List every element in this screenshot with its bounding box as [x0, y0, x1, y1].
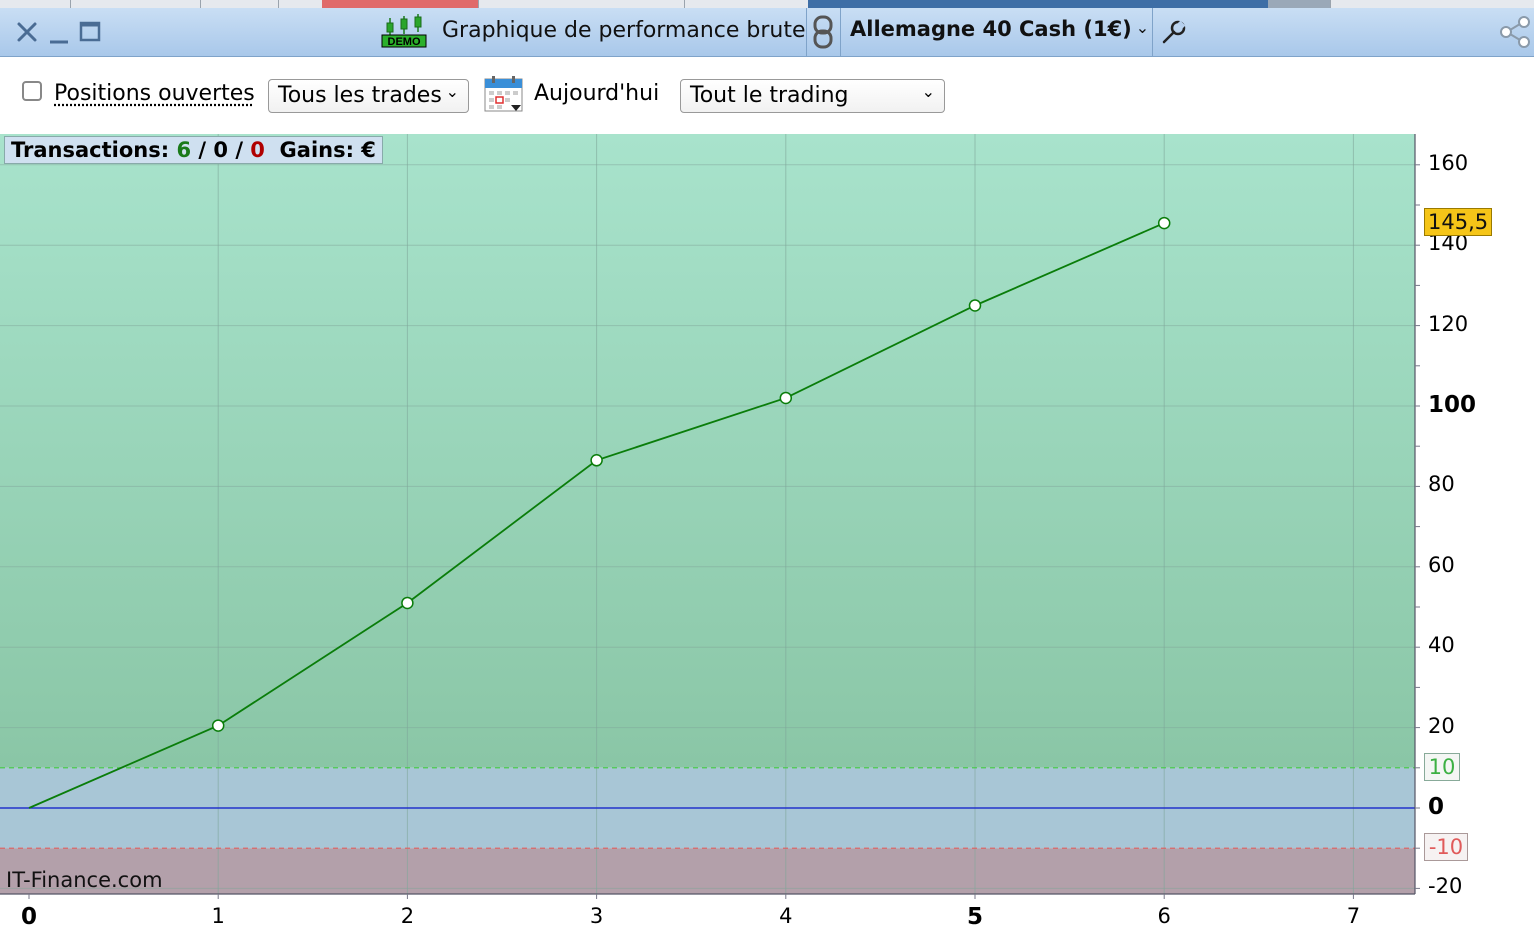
- minimize-window-button[interactable]: [44, 16, 74, 46]
- minimize-icon: [50, 40, 68, 44]
- open-positions-label[interactable]: Positions ouvertes: [54, 81, 255, 106]
- link-icon[interactable]: [810, 12, 836, 52]
- gains-label: Gains: €: [279, 138, 376, 162]
- last-value-marker: 145,5: [1424, 208, 1493, 237]
- watermark: IT-Finance.com: [6, 868, 163, 892]
- x-axis-tick-label: 0: [20, 904, 38, 930]
- x-axis-tick-label: 3: [589, 904, 604, 928]
- data-point: [401, 596, 414, 610]
- wrench-icon[interactable]: [1160, 18, 1188, 46]
- trading-filter-select[interactable]: Tout le trading ⌄: [680, 79, 945, 113]
- neutral-count: 0: [213, 138, 228, 162]
- x-axis-tick-label: 7: [1346, 904, 1361, 928]
- x-axis-tick-label: 4: [779, 904, 793, 928]
- y-axis-tick-label: 0: [1428, 794, 1445, 820]
- y-axis-tick-label: 60: [1428, 552, 1455, 577]
- winning-count: 6: [176, 138, 192, 162]
- strip-segment: [0, 0, 71, 8]
- underlying-window-strip: [0, 0, 1534, 8]
- negative-zone: [0, 848, 1415, 894]
- data-point: [1157, 216, 1171, 230]
- x-axis-tick-label: 6: [1157, 904, 1171, 928]
- trades-filter-select[interactable]: Tous les trades ⌄: [268, 79, 469, 113]
- title-separator: [806, 8, 807, 56]
- open-positions-checkbox[interactable]: [22, 81, 42, 101]
- strip-segment: [322, 0, 479, 8]
- positive-zone: [0, 134, 1415, 768]
- chevron-down-icon: ⌄: [1135, 18, 1150, 37]
- share-icon[interactable]: [1496, 14, 1534, 50]
- calendar-icon[interactable]: [484, 75, 524, 113]
- strip-segment: [70, 0, 201, 8]
- window-title-bar: DEMO Graphique de performance brute Alle…: [0, 8, 1534, 57]
- y-axis-tick-label: 40: [1428, 633, 1455, 658]
- y-axis-tick-label: 160: [1428, 150, 1469, 175]
- demo-badge: DEMO: [388, 36, 421, 48]
- x-axis-tick-label: 1: [211, 904, 225, 928]
- instrument-name: Allemagne 40 Cash (1€): [850, 17, 1132, 41]
- y-axis-tick-label: -20: [1428, 874, 1463, 899]
- y-axis-tick-label: 20: [1428, 713, 1455, 738]
- lower-threshold-marker: -10: [1424, 833, 1468, 862]
- close-window-button[interactable]: [12, 16, 42, 46]
- date-range-label[interactable]: Aujourd'hui: [534, 81, 659, 106]
- losing-count: 0: [250, 138, 265, 162]
- data-point: [590, 454, 603, 467]
- strip-segment: [1268, 0, 1331, 8]
- strip-segment: [808, 0, 1269, 8]
- stats-separator: /: [198, 138, 207, 162]
- demo-chart-icon: DEMO: [381, 14, 427, 48]
- x-axis-tick-label: 5: [966, 904, 984, 930]
- stats-separator: /: [235, 138, 243, 162]
- data-point: [211, 719, 225, 732]
- performance-chart: [0, 134, 1420, 899]
- x-axis-tick-label: 2: [400, 904, 415, 928]
- instrument-selector[interactable]: Allemagne 40 Cash (1€) ⌄: [850, 17, 1149, 41]
- close-icon: [17, 22, 37, 42]
- window-title: Graphique de performance brute: [442, 18, 806, 43]
- maximize-icon: [79, 21, 101, 42]
- maximize-window-button[interactable]: [76, 16, 106, 46]
- strip-segment: [200, 0, 279, 8]
- y-axis-tick-label: 120: [1428, 311, 1469, 336]
- y-axis-tick-label: 80: [1428, 472, 1455, 497]
- transactions-label: Transactions:: [11, 138, 170, 162]
- data-point: [779, 391, 793, 405]
- y-axis-tick-label: 100: [1428, 392, 1477, 418]
- toolbar: Positions ouvertes Tous les trades ⌄ Auj…: [0, 57, 1534, 134]
- chevron-down-icon: ⌄: [921, 82, 935, 101]
- chevron-down-icon: ⌄: [445, 82, 459, 101]
- trades-filter-value: Tous les trades: [278, 83, 442, 108]
- upper-threshold-marker: 10: [1424, 752, 1460, 781]
- transactions-summary: Transactions: 6 / 0 / 0 Gains: €: [4, 136, 383, 164]
- strip-segment: [590, 0, 685, 8]
- title-separator: [840, 8, 841, 56]
- title-separator: [1152, 8, 1153, 56]
- trading-filter-value: Tout le trading: [690, 83, 849, 108]
- data-point: [968, 299, 982, 312]
